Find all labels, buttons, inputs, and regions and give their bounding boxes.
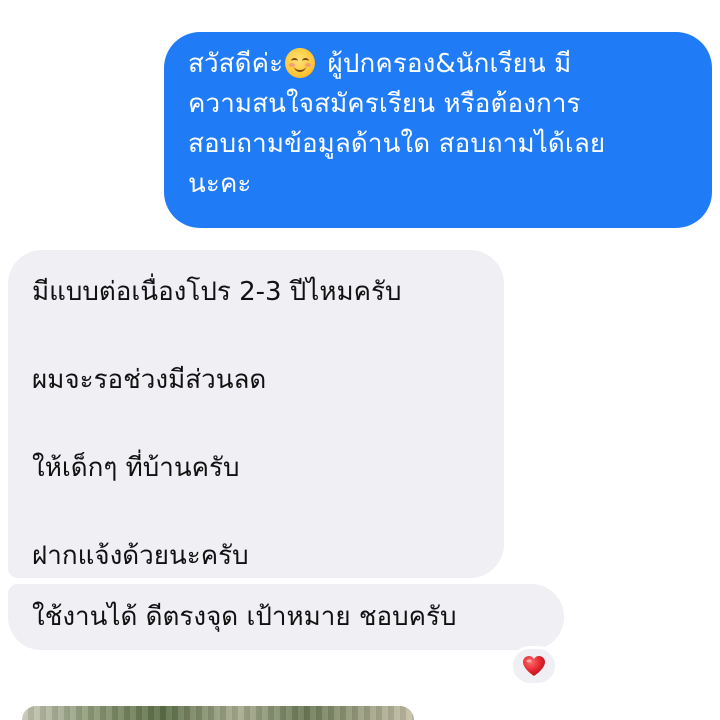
smiling-face-icon bbox=[285, 48, 316, 78]
incoming-message-text-2: ใช้งานได้ ดีตรงจุด เป้าหมาย ชอบครับ bbox=[32, 602, 457, 632]
incoming-line-4: ฝากแจ้งด้วยนะครับ bbox=[32, 541, 249, 571]
incoming-message-bubble[interactable]: มีแบบต่อเนื่องโปร 2-3 ปีไหมครับ ผมจะรอช่… bbox=[8, 250, 504, 578]
incoming-line-1: มีแบบต่อเนื่องโปร 2-3 ปีไหมครับ bbox=[32, 277, 402, 307]
outgoing-message-text: สวัสดีค่ะ ผู้ปกครอง&นักเรียน มี ความสนใจ… bbox=[188, 44, 692, 204]
outgoing-greeting: สวัสดีค่ะ bbox=[188, 49, 284, 79]
heart-icon bbox=[523, 656, 545, 676]
image-message-preview[interactable] bbox=[22, 706, 414, 720]
incoming-line-3: ให้เด็กๆ ที่บ้านครับ bbox=[32, 453, 240, 483]
chat-thread: สวัสดีค่ะ ผู้ปกครอง&นักเรียน มี ความสนใจ… bbox=[0, 0, 720, 720]
incoming-line-2: ผมจะรอช่วงมีส่วนลด bbox=[32, 365, 267, 395]
incoming-message-bubble-2[interactable]: ใช้งานได้ ดีตรงจุด เป้าหมาย ชอบครับ bbox=[8, 584, 564, 650]
message-reaction[interactable] bbox=[510, 646, 558, 686]
outgoing-message-bubble[interactable]: สวัสดีค่ะ ผู้ปกครอง&นักเรียน มี ความสนใจ… bbox=[164, 32, 712, 228]
